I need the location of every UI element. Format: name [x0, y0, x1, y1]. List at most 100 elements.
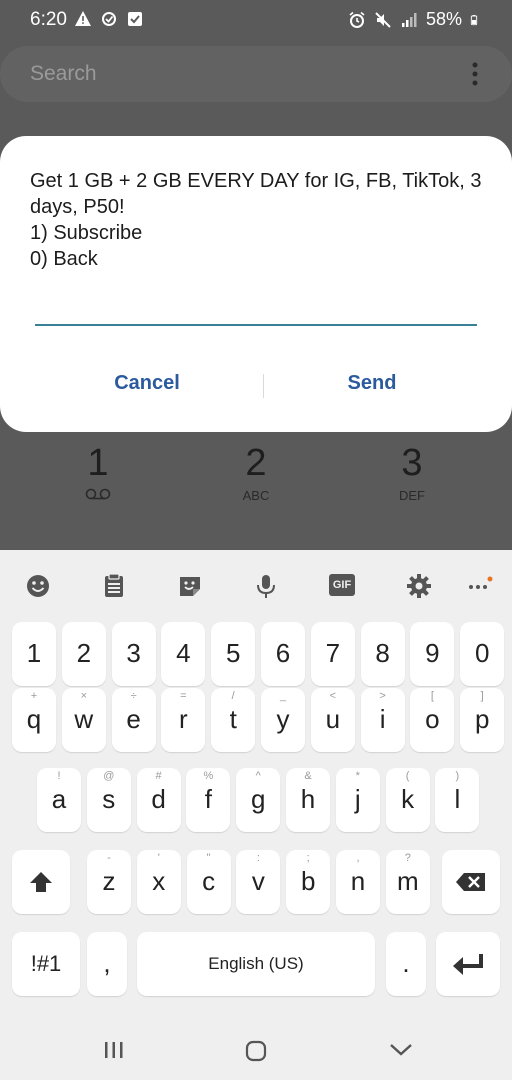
key-2[interactable]: 2 [61, 622, 106, 686]
send-button[interactable]: Send [257, 372, 487, 395]
settings-icon[interactable] [405, 572, 433, 600]
key-m[interactable]: ? m [385, 850, 430, 914]
key-h[interactable]: & h [286, 768, 330, 832]
key-alt-char: , [356, 852, 360, 864]
key-f[interactable]: % f [186, 768, 231, 832]
key-label: k [401, 784, 415, 814]
home-icon[interactable] [245, 1040, 267, 1062]
warning-icon [75, 11, 91, 26]
key-s[interactable]: @ s [86, 768, 131, 832]
key-label: g [250, 784, 266, 814]
key-label: e [126, 704, 141, 734]
key-j[interactable]: * j [335, 768, 380, 832]
key-x[interactable]: ' x [136, 850, 181, 914]
key-label: r [179, 704, 188, 734]
key-alt-char: > [379, 690, 386, 702]
status-time: 6:20 [30, 9, 67, 30]
search-placeholder[interactable]: Search [30, 62, 97, 86]
key-label: , [103, 948, 111, 978]
key-label: f [204, 784, 212, 814]
shift-icon [30, 872, 52, 892]
key-u[interactable]: < u [310, 688, 355, 752]
key-n[interactable]: ,n [336, 850, 380, 914]
key-e[interactable]: ÷ e [111, 688, 156, 752]
key-label: 0 [474, 638, 490, 668]
key-label: m [396, 866, 419, 896]
key-9[interactable]: 9 [410, 622, 455, 686]
more-options-icon[interactable] [466, 572, 494, 600]
key-6[interactable]: 6 [261, 622, 305, 686]
key-label: u [325, 704, 341, 734]
search-bar[interactable]: Search [0, 46, 512, 102]
cancel-button[interactable]: Cancel [32, 372, 262, 395]
key-alt-char: ÷ [130, 690, 137, 702]
key-label: 1 [26, 638, 42, 668]
key-1[interactable]: 1 [12, 622, 56, 686]
key-g[interactable]: ^ g [236, 768, 281, 832]
key-label: l [454, 784, 461, 814]
shift-key[interactable] [12, 850, 70, 914]
key-label: v [251, 866, 265, 896]
key-7[interactable]: 7 [310, 622, 355, 686]
key-label: h [300, 784, 316, 814]
key-alt-char: ! [57, 770, 61, 782]
key-o[interactable]: [o [410, 688, 455, 752]
backspace-key[interactable] [442, 850, 500, 914]
key-alt-char: - [107, 852, 111, 864]
key-p[interactable]: ] p [460, 688, 505, 752]
voicemail-icon [85, 488, 111, 500]
microphone-icon[interactable] [252, 572, 280, 600]
back-icon[interactable] [389, 1040, 413, 1058]
key-label: i [379, 704, 386, 734]
key-label: d [151, 784, 166, 814]
key-v[interactable]: :v [236, 850, 281, 914]
backspace-icon [456, 873, 485, 891]
key-3[interactable]: 3 [111, 622, 156, 686]
key-a[interactable]: ! a [37, 768, 81, 832]
checklist-icon [128, 12, 142, 26]
enter-key[interactable] [436, 932, 500, 996]
more-vertical-icon[interactable] [472, 62, 478, 86]
key-l[interactable]: ) l [435, 768, 480, 832]
reply-input[interactable] [35, 306, 477, 326]
key-alt-char: × [80, 690, 88, 702]
recents-icon[interactable] [103, 1040, 125, 1060]
sticker-icon[interactable] [176, 572, 204, 600]
key-alt-char: # [155, 770, 162, 782]
key-label: . [402, 948, 410, 978]
period-key[interactable]: . [386, 932, 426, 996]
emoji-icon[interactable] [24, 572, 52, 600]
key-label: 6 [275, 638, 291, 668]
comma-key[interactable]: , [87, 932, 127, 996]
key-k[interactable]: (k [385, 768, 430, 832]
space-key[interactable]: English (US) [137, 932, 375, 996]
clipboard-icon[interactable] [100, 572, 128, 600]
key-alt-char: % [203, 770, 214, 782]
gif-icon[interactable]: GIF [329, 574, 355, 596]
key-label: w [74, 704, 94, 734]
dial-letters: DEF [399, 488, 425, 503]
key-d[interactable]: # d [136, 768, 181, 832]
key-alt-char: ( [405, 770, 410, 782]
key-i[interactable]: > i [360, 688, 405, 752]
key-label: !#1 [30, 951, 62, 976]
key-w[interactable]: × w [61, 688, 106, 752]
key-label: t [229, 704, 237, 734]
key-8[interactable]: 8 [360, 622, 405, 686]
key-5[interactable]: 5 [211, 622, 256, 686]
key-alt-char: _ [279, 690, 287, 702]
key-alt-char: " [206, 852, 211, 864]
symbols-key[interactable]: !#1 [12, 932, 80, 996]
key-q[interactable]: + q [12, 688, 56, 752]
key-y[interactable]: _ y [261, 688, 305, 752]
key-4[interactable]: 4 [161, 622, 206, 686]
key-z[interactable]: -z [87, 850, 131, 914]
key-t[interactable]: / t [211, 688, 256, 752]
dial-key-1[interactable]: 1 [43, 444, 153, 505]
dial-key-2[interactable]: 2 ABC [201, 444, 311, 503]
key-0[interactable]: 0 [460, 622, 505, 686]
key-r[interactable]: = r [161, 688, 206, 752]
dial-key-3[interactable]: 3 DEF [357, 444, 467, 503]
key-b[interactable]: ; b [286, 850, 331, 914]
key-c[interactable]: " c [186, 850, 231, 914]
